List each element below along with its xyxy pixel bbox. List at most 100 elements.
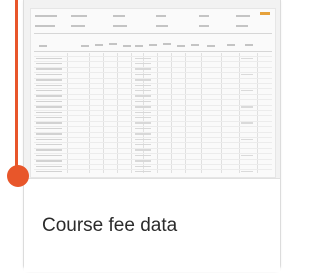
sheet-row-line [34,99,272,101]
sheet-row-line [34,110,272,111]
card-title[interactable]: Course fee data [42,215,177,237]
sheet-cell-text [241,170,253,173]
sheet-cell-text [36,106,62,108]
sheet-column-header [149,44,157,46]
sheet-cell-text [135,127,151,130]
sheet-row-line [34,61,272,63]
sheet-column-header [95,44,103,46]
sheet-row-line [34,115,272,117]
sheet-cell-text [36,100,62,103]
sheet-cell-text [135,111,151,113]
sheet-row-line [34,104,272,106]
sheet-cell-text [36,79,62,81]
sheet-header-text [113,15,125,17]
sheet-cell-text [135,73,151,76]
sheet-header-text [156,25,168,27]
sheet-cell-text [135,133,151,135]
sheet-cell-text [135,68,151,70]
sheet-header-text [199,15,209,17]
sheet-header-text [236,25,248,27]
sheet-divider [34,51,272,52]
sheet-cell-text [36,127,62,130]
sheet-cell-text [241,154,253,157]
sheet-cell-text [241,89,253,92]
sheet-cell-text [36,170,62,173]
sheet-row-line [34,83,272,84]
sheet-cell-text [135,89,151,92]
sheet-column-line [103,53,104,173]
sheet-divider [34,33,272,34]
sheet-column-header [81,45,89,47]
sheet-column-header [207,45,215,47]
sheet-cell-text [135,165,151,167]
sheet-row-line [34,142,272,144]
sheet-cell-text [135,57,151,59]
sheet-cell-text [36,133,62,135]
sheet-row-line [34,137,272,138]
sheet-cell-text [36,95,62,97]
sheet-cell-text [135,116,151,119]
sheet-cell-text [36,149,62,151]
spreadsheet-thumbnail[interactable] [24,0,280,178]
sheet-row-line [34,56,272,57]
sheet-column-line [89,53,90,173]
sheet-column-header [191,44,199,46]
sheet-cell-text [241,73,253,76]
sheet-cell-text [36,165,62,167]
sheet-cell-text [135,149,151,151]
sheet-column-line [239,53,240,173]
sheet-cell-text [135,106,151,108]
sheet-cell-text [36,138,62,140]
sheet-row-line [34,158,272,160]
sheet-cell-text [36,160,62,162]
sheet-cell-text [241,122,253,124]
sheet-cell-text [135,62,151,65]
sheet-column-line [257,53,258,173]
sheet-cell-text [36,122,62,124]
sheet-column-header [227,44,235,46]
sheet-row-line [34,66,272,68]
sheet-column-header [123,45,131,47]
card-footer: Course fee data [24,178,280,272]
sheet-cell-text [135,154,151,157]
sheet-column-header [109,43,117,45]
sheet-header-text [156,15,166,17]
sheet-cell-text [241,138,253,140]
file-card[interactable]: Course fee data [23,0,281,272]
sheet-header-text [35,25,55,27]
sheet-header-text [71,25,85,27]
sheet-column-header [177,45,185,47]
sheet-column-line [117,53,118,173]
sheet-cell-text [36,62,62,65]
sheet-row-line [34,131,272,133]
sheet-column-header [135,45,143,47]
sheet-row-line [34,72,272,74]
sheet-cell-text [135,84,151,86]
sheet-cell-text [36,154,62,157]
sheet-cell-text [36,111,62,113]
sheet-row-line [34,88,272,90]
sheet-row-line [34,126,272,128]
sheet-column-line [171,53,172,173]
sheet-column-header [39,45,47,47]
sheet-header-text [199,25,209,27]
sheet-cell-text [135,160,151,162]
sheet-row-line [34,77,272,79]
spreadsheet-preview [30,8,276,178]
sheet-cell-text [135,122,151,124]
sheet-column-line [67,53,68,173]
sheet-row-line [34,153,272,155]
sheet-cell-text [135,143,151,146]
sheet-header-text [236,15,250,17]
sheet-column-line [131,53,132,173]
timeline-line [15,0,18,176]
sheet-cell-text [135,79,151,81]
sheet-cell-text [135,95,151,97]
sheet-cell-text [36,73,62,76]
sheet-highlight-mark [260,12,270,15]
timeline-dot [7,165,29,187]
sheet-column-header [163,43,171,45]
sheet-row-line [34,147,272,149]
sheet-header-text [35,15,57,17]
sheet-cell-text [36,84,62,86]
